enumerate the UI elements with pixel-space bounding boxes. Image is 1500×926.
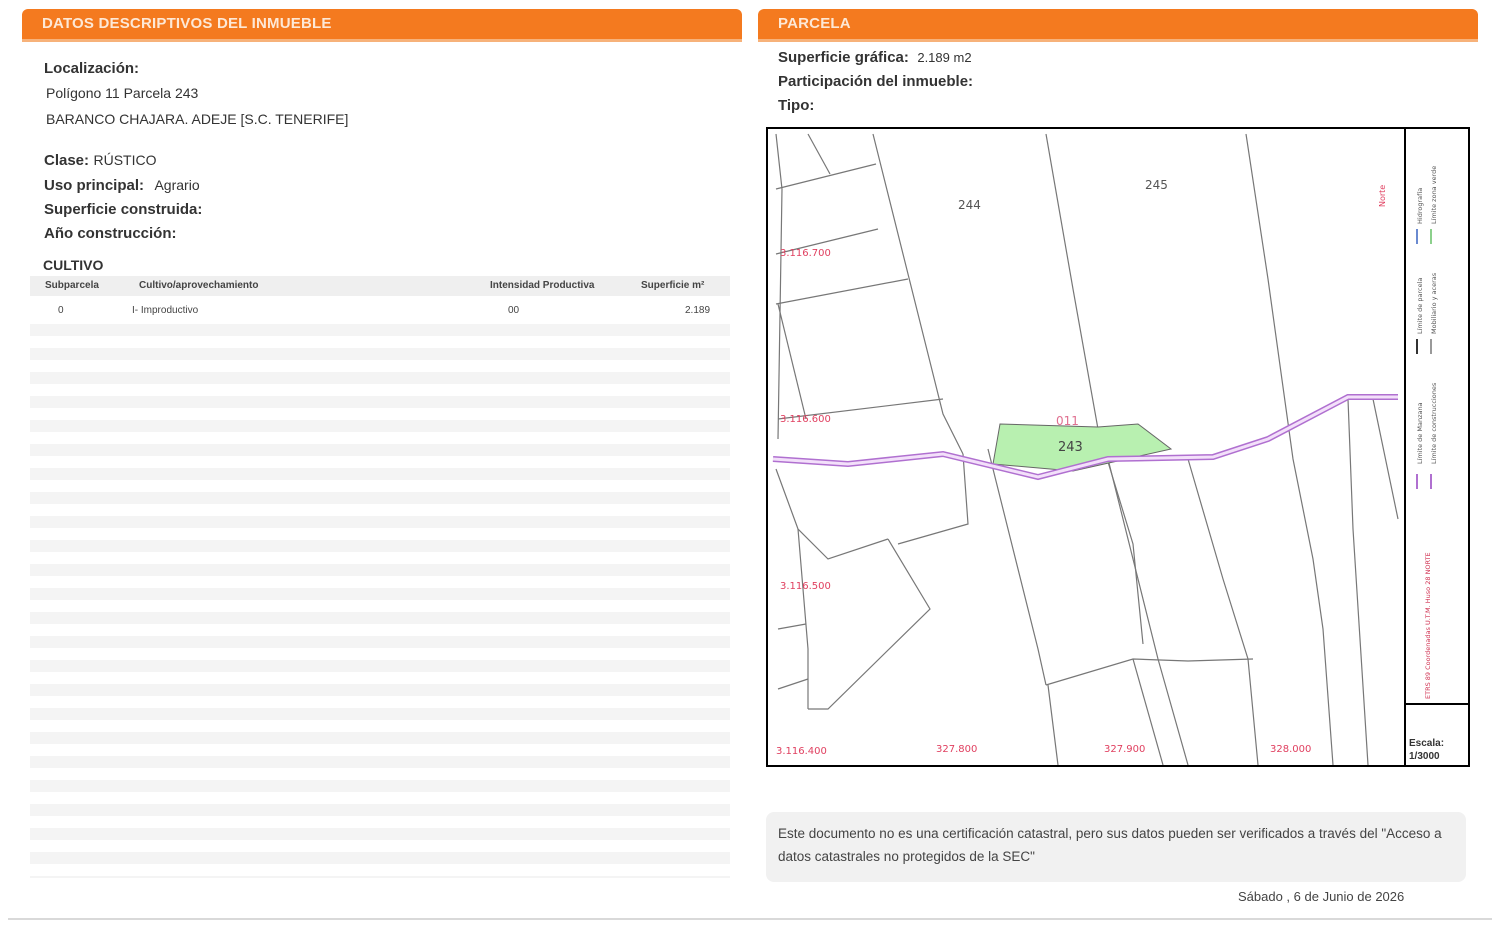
col-cultivo: Cultivo/aprovechamiento [139,280,259,291]
parcel-boundary [1045,658,1254,686]
table-empty-rows [30,324,730,878]
cadastral-map: 244 245 243 011 3.116.700 3.116.600 3.11… [766,127,1470,767]
cell-intensidad: 00 [508,305,520,316]
parcela-header-title: PARCELA [778,15,851,32]
tipo-label: Tipo: [778,97,815,114]
legend-drawing: Límite de Manzana Límite de construccion… [1406,166,1468,705]
parcel-boundary [1245,133,1334,765]
parcel-boundary [1045,133,1144,645]
parcel-boundary [807,133,831,175]
legend-item: Límite de parcela [1416,278,1424,334]
cell-superficie: 2.189 [685,305,711,316]
poligono-label: 011 [1056,414,1079,428]
descriptive-data-header: DATOS DESCRIPTIVOS DEL INMUEBLE [22,9,742,39]
uso-row: Uso principal: Agrario [44,177,200,195]
cell-subparcela: 0 [58,305,64,316]
descriptive-data-header-title: DATOS DESCRIPTIVOS DEL INMUEBLE [42,15,332,32]
y-coord-label: 3.116.600 [780,414,831,425]
col-intensidad: Intensidad Productiva [490,280,595,291]
map-drawing: 244 245 243 011 3.116.700 3.116.600 3.11… [772,133,1399,765]
x-coord-label: 328.000 [1270,744,1311,755]
parcel-boundary [775,133,783,440]
legend-item: Mobiliario y aceras [1430,272,1438,334]
anio-construccion-label: Año construcción: [44,225,177,242]
legend-item: Hidrografía [1416,188,1424,224]
escala-value: 1/3000 [1409,751,1440,762]
crs-label: ETRS 89 Coordenadas U.T.M. Huso 28 NORTE [1424,552,1432,699]
cell-cultivo: I- Improductivo [132,305,199,316]
north-label: Norte [1378,185,1387,207]
document-date: Sábado , 6 de Junio de 2026 [1238,889,1405,904]
uso-label: Uso principal: [44,177,145,194]
disclaimer-box: Este documento no es una certificación c… [766,812,1466,882]
localizacion-label: Localización: [44,60,140,77]
parcel-label-244: 244 [958,198,981,212]
superficie-grafica-value: 2.189 m2 [917,50,972,65]
localizacion-line1: Polígono 11 Parcela 243 [46,85,199,101]
table-header-row [30,276,730,296]
legend-item: Límite de Manzana [1416,402,1424,464]
parcel-boundary [1187,458,1259,765]
escala-label: Escala: [1409,738,1445,749]
parcel-boundary [1047,684,1059,765]
map-legend: Límite de Manzana Límite de construccion… [1404,129,1468,765]
parcela-header: PARCELA [758,9,1478,39]
parcel-label-243: 243 [1058,440,1083,455]
cultivo-table: Subparcela Cultivo/aprovechamiento Inten… [30,276,730,878]
parcel-boundary [777,303,807,420]
col-subparcela: Subparcela [45,280,99,291]
parcel-boundary [1372,398,1399,520]
parcel-boundary [1107,458,1189,765]
parcel-boundary [775,468,889,560]
cultivo-title: CULTIVO [43,257,104,273]
localizacion-line2: BARANCO CHAJARA. ADEJE [S.C. TENERIFE] [46,111,349,127]
clase-label: Clase: [44,152,90,169]
x-coord-label: 327.800 [936,744,977,755]
y-coord-label: 3.116.700 [780,248,831,259]
col-superficie: Superficie m² [641,280,705,291]
parcel-boundary [987,448,1047,686]
superficie-grafica-label: Superficie gráfica: [778,49,909,66]
y-coord-label: 3.116.400 [776,746,827,757]
parcel-boundary [777,678,809,690]
legend-item: Límite de construcciones [1430,382,1438,464]
legend-item: Límite zona verde [1430,166,1438,224]
parcel-boundary [775,278,909,305]
clase-value: RÚSTICO [93,152,157,168]
clase-row: Clase: RÚSTICO [44,152,156,170]
y-coord-label: 3.116.500 [780,581,831,592]
parcel-boundary [808,538,931,710]
disclaimer-text: Este documento no es una certificación c… [778,826,1442,864]
parcel-boundary [1347,398,1369,765]
superficie-construida-label: Superficie construida: [44,201,203,218]
superficie-grafica-row: Superficie gráfica: 2.189 m2 [778,49,972,67]
parcel-boundary [897,453,969,545]
uso-value: Agrario [154,177,200,193]
parcel-label-245: 245 [1145,178,1168,192]
participacion-label: Participación del inmueble: [778,73,974,90]
parcel-boundary [777,623,807,630]
x-coord-label: 327.900 [1104,744,1145,755]
